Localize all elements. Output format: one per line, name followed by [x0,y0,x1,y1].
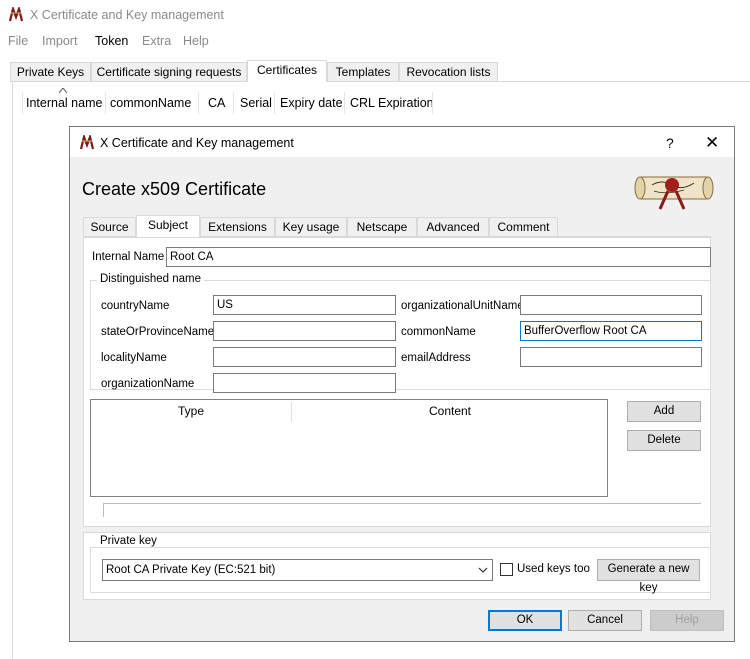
col-sep [274,92,275,114]
col-common-name[interactable]: commonName [110,94,191,112]
help-button: Help [650,610,724,631]
delete-button[interactable]: Delete [627,430,701,451]
main-window-title: X Certificate and Key management [30,8,224,22]
common-name-label: commonName [401,326,476,338]
tab-extensions[interactable]: Extensions [200,217,275,236]
private-key-value: Root CA Private Key (EC:521 bit) [106,564,276,576]
extra-attributes-table[interactable]: Type Content [90,399,608,497]
col-serial[interactable]: Serial [240,94,272,112]
tab-netscape[interactable]: Netscape [347,217,417,236]
tab-subject[interactable]: Subject [136,215,200,237]
col-crl-expiration[interactable]: CRL Expiration [350,94,434,112]
dialog-title: X Certificate and Key management [100,136,294,150]
ok-button[interactable]: OK [488,610,562,631]
col-expiry-date[interactable]: Expiry date [280,94,343,112]
table-scroll-track [103,503,701,504]
dialog-title-bar: X Certificate and Key management ? ✕ [70,127,734,157]
help-question-icon[interactable]: ? [666,135,674,151]
organization-label: organizationName [101,378,195,390]
used-keys-label: Used keys too [517,563,590,575]
chevron-down-icon [478,567,488,573]
menu-import[interactable]: Import [42,34,77,48]
dialog-heading: Create x509 Certificate [82,179,267,199]
internal-name-input[interactable]: Root CA [166,247,711,267]
main-title-bar: X Certificate and Key management [0,0,750,30]
tab-templates[interactable]: Templates [327,62,399,81]
common-name-input[interactable]: BufferOverflow Root CA [520,321,702,341]
menu-extra[interactable]: Extra [142,34,171,48]
col-sep [105,92,106,114]
tab-comment[interactable]: Comment [489,217,558,236]
locality-input[interactable] [213,347,396,367]
tab-advanced[interactable]: Advanced [417,217,489,236]
xca-app-icon [8,7,24,22]
close-icon[interactable]: ✕ [705,133,719,153]
state-label: stateOrProvinceName [101,326,215,338]
internal-name-label: Internal Name [92,251,165,263]
tab-certificates[interactable]: Certificates [247,60,327,82]
col-ca[interactable]: CA [208,94,225,112]
col-type[interactable]: Type [91,400,291,422]
distinguished-name-label: Distinguished name [97,273,205,285]
email-label: emailAddress [401,352,471,364]
tab-csr[interactable]: Certificate signing requests [91,62,247,81]
used-keys-checkbox[interactable] [500,563,513,576]
country-name-input[interactable]: US [213,295,396,315]
tab-source[interactable]: Source [83,217,136,236]
tab-revocation-lists[interactable]: Revocation lists [399,62,498,81]
email-input[interactable] [520,347,702,367]
create-certificate-dialog: X Certificate and Key management ? ✕ Cre… [69,126,735,642]
tab-private-keys[interactable]: Private Keys [10,62,91,81]
menu-token[interactable]: Token [95,34,128,48]
tab-key-usage[interactable]: Key usage [275,217,347,236]
cancel-button[interactable]: Cancel [568,610,642,631]
org-unit-input[interactable] [520,295,702,315]
country-name-label: countryName [101,300,170,312]
col-internal-name[interactable]: Internal name [26,94,102,112]
col-sep [198,92,199,114]
private-key-select[interactable]: Root CA Private Key (EC:521 bit) [102,559,493,581]
add-button[interactable]: Add [627,401,701,422]
menu-help[interactable]: Help [183,34,209,48]
col-sep [344,92,345,114]
generate-key-button[interactable]: Generate a new key [597,559,700,594]
sort-ascending-icon [59,88,67,93]
col-sep [22,92,23,114]
menu-file[interactable]: File [8,34,28,48]
certificate-scroll-icon [634,176,714,210]
state-input[interactable] [213,321,396,341]
col-sep [432,92,433,114]
col-content[interactable]: Content [292,400,608,422]
org-unit-label: organizationalUnitName [401,300,524,312]
table-scroll-edge [103,503,104,517]
private-key-label: Private key [97,535,160,547]
xca-app-icon [79,135,95,150]
col-sep [233,92,234,114]
organization-input[interactable] [213,373,396,393]
menu-bar: File Import Token Extra Help [0,30,750,52]
locality-label: localityName [101,352,167,364]
